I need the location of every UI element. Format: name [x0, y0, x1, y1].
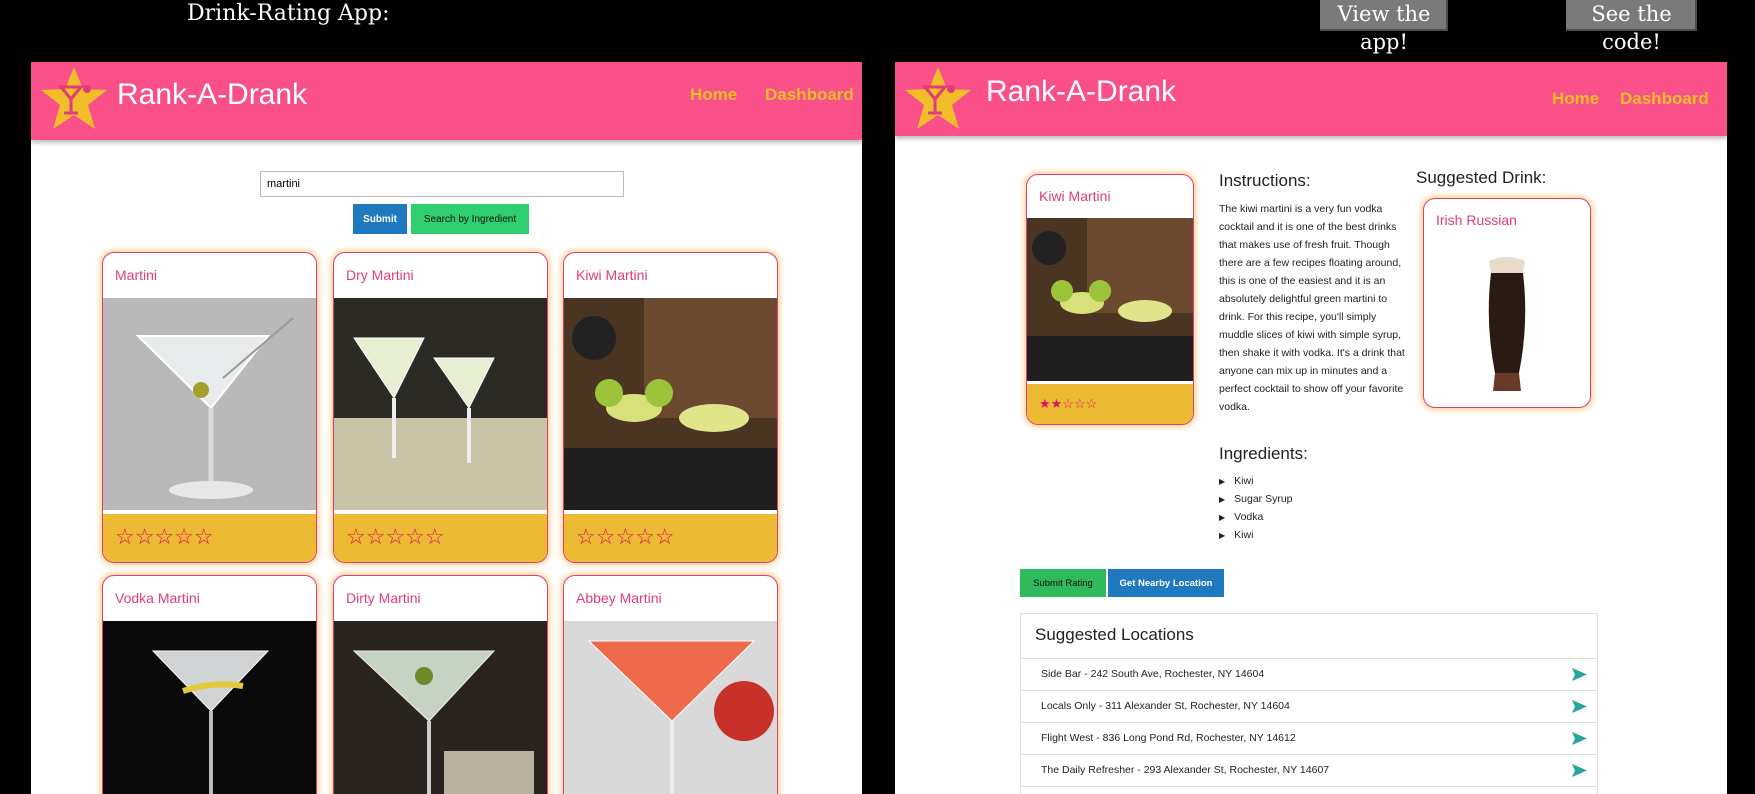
martini-image — [103, 298, 316, 510]
location-text: Locals Only - 311 Alexander St, Rocheste… — [1041, 700, 1290, 712]
brand-name: Rank-A-Drank — [986, 75, 1177, 108]
instructions-text: The kiwi martini is a very fun vodka coc… — [1219, 203, 1405, 413]
nav-home-link[interactable]: Home — [690, 85, 737, 105]
kiwi-martini-image — [1027, 218, 1193, 381]
rating-stars[interactable]: ★★☆☆☆ — [1039, 396, 1097, 412]
drink-name: Dry Martini — [346, 267, 414, 283]
drink-name: Dirty Martini — [346, 590, 421, 606]
rating-stars[interactable]: ☆☆☆☆☆ — [346, 524, 445, 550]
location-text: The Daily Refresher - 293 Alexander St, … — [1041, 764, 1330, 776]
navbar: Rank-A-Drank Home Dashboard — [895, 62, 1727, 136]
submit-rating-button[interactable]: Submit Rating — [1020, 569, 1106, 597]
send-icon[interactable] — [1572, 732, 1587, 745]
brand-name: Rank-A-Drank — [117, 78, 308, 111]
location-row[interactable]: The Daily Refresher - 293 Alexander St, … — [1021, 755, 1597, 787]
send-icon[interactable] — [1572, 700, 1587, 713]
search-screenshot: Rank-A-Drank Home Dashboard Submit Searc… — [31, 62, 862, 794]
suggested-drink-card[interactable]: Irish Russian — [1423, 198, 1591, 408]
search-by-ingredient-button[interactable]: Search by Ingredient — [411, 204, 529, 234]
ingredient-item: Kiwi — [1219, 526, 1293, 544]
card-footer: ☆☆☆☆☆ — [334, 514, 547, 562]
drink-card[interactable]: Martini ☆☆☆☆☆ — [102, 252, 317, 563]
drink-card[interactable]: Dry Martini ☆☆☆☆☆ — [333, 252, 548, 563]
dry-martini-image — [334, 298, 547, 510]
vodka-martini-image — [103, 621, 316, 794]
dirty-martini-image — [334, 621, 547, 794]
nav-home-link[interactable]: Home — [1552, 89, 1599, 109]
submit-button[interactable]: Submit — [353, 204, 407, 234]
ingredients-list: Kiwi Sugar Syrup Vodka Kiwi — [1219, 472, 1293, 544]
get-nearby-location-button[interactable]: Get Nearby Location — [1108, 569, 1224, 597]
drink-card[interactable]: Dirty Martini — [333, 575, 548, 794]
star-logo-icon — [905, 67, 971, 129]
ingredients-heading: Ingredients: — [1219, 444, 1308, 463]
card-footer: ☆☆☆☆☆ — [103, 514, 316, 562]
suggested-drink-heading: Suggested Drink: — [1416, 168, 1547, 187]
rating-stars[interactable]: ☆☆☆☆☆ — [576, 524, 675, 550]
detail-screenshot: Rank-A-Drank Home Dashboard Kiwi Martini… — [895, 62, 1727, 794]
nav-dashboard-link[interactable]: Dashboard — [765, 85, 854, 105]
suggested-locations-heading: Suggested Locations — [1021, 614, 1597, 659]
view-app-button[interactable]: View the app! — [1320, 0, 1448, 54]
ingredient-item: Sugar Syrup — [1219, 490, 1292, 508]
search-input[interactable] — [260, 171, 624, 197]
rating-stars[interactable]: ☆☆☆☆☆ — [115, 524, 214, 550]
drink-name: Irish Russian — [1436, 212, 1517, 228]
navbar: Rank-A-Drank Home Dashboard — [31, 62, 862, 140]
drink-card[interactable]: Vodka Martini — [102, 575, 317, 794]
card-footer: ☆☆☆☆☆ — [564, 514, 777, 562]
location-text: Side Bar - 242 South Ave, Rochester, NY … — [1041, 668, 1265, 680]
drink-card[interactable]: Kiwi Martini ☆☆☆☆☆ — [563, 252, 778, 563]
star-logo-icon — [41, 67, 107, 129]
drink-name: Vodka Martini — [115, 590, 200, 606]
see-code-button[interactable]: See the code! — [1566, 0, 1697, 54]
nav-dashboard-link[interactable]: Dashboard — [1620, 89, 1709, 109]
drink-name: Kiwi Martini — [576, 267, 648, 283]
kiwi-martini-image — [564, 298, 777, 510]
suggested-locations-panel: Suggested Locations Side Bar - 242 South… — [1020, 613, 1598, 794]
drink-name: Kiwi Martini — [1039, 188, 1111, 204]
ingredient-item: Vodka — [1219, 508, 1293, 526]
send-icon[interactable] — [1572, 764, 1587, 777]
page-title: Drink-Rating App: — [187, 1, 390, 26]
location-row[interactable]: Locals Only - 311 Alexander St, Rocheste… — [1021, 691, 1597, 723]
abbey-martini-image — [564, 621, 777, 794]
drink-name: Martini — [115, 267, 158, 283]
instructions-heading: Instructions: — [1219, 171, 1311, 190]
irish-russian-image — [1488, 257, 1526, 391]
location-row[interactable]: Flight West - 836 Long Pond Rd, Rocheste… — [1021, 723, 1597, 755]
send-icon[interactable] — [1572, 668, 1587, 681]
location-row[interactable]: Side Bar - 242 South Ave, Rochester, NY … — [1021, 659, 1597, 691]
ingredient-item: Kiwi — [1219, 472, 1293, 490]
drink-name: Abbey Martini — [576, 590, 662, 606]
location-text: Flight West - 836 Long Pond Rd, Rocheste… — [1041, 732, 1296, 744]
drink-card[interactable]: Abbey Martini — [563, 575, 778, 794]
card-footer: ★★☆☆☆ — [1027, 384, 1193, 424]
selected-drink-card: Kiwi Martini ★★☆☆☆ — [1026, 174, 1194, 425]
